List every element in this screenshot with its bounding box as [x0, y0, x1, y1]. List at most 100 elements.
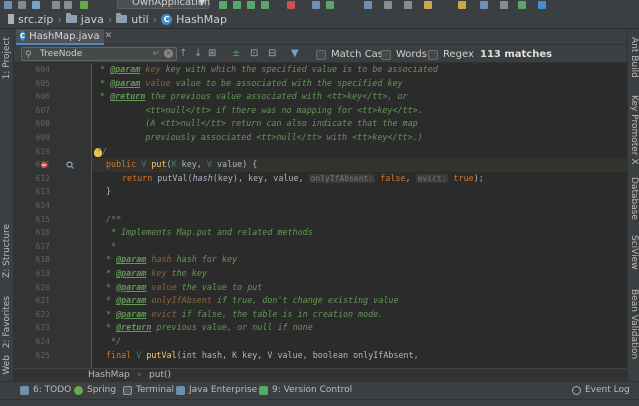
code-text: putVal( — [157, 172, 193, 183]
tab-label: HashMap.java — [29, 30, 100, 42]
javadoc-param-name: onlyIfAbsent — [151, 295, 212, 306]
project-tool-tab[interactable]: 1: Project — [0, 33, 14, 83]
find-in-files-icon[interactable]: ⊞ — [208, 48, 216, 60]
newline-icon[interactable]: ↵ — [152, 48, 160, 60]
breadcrumb-util[interactable]: util — [116, 13, 149, 26]
code-editor[interactable]: 604 605 606 607 608 609 610 611 612 613 … — [14, 63, 627, 368]
structure-tool-label: Z: Structure — [2, 224, 12, 278]
run-configuration-select[interactable]: OwnApplication ▼ — [117, 0, 210, 9]
line-number: 624 — [35, 337, 50, 346]
bottom-tool-window-bar: 6: TODO Spring Terminal Java Enterprise … — [0, 381, 639, 399]
line-number: 610 — [35, 146, 50, 156]
keyword: false — [375, 172, 406, 183]
settings-icon[interactable] — [384, 1, 392, 9]
code-line-610: */ — [92, 145, 108, 156]
vcs-commit-icon[interactable] — [326, 1, 334, 9]
filter-icon[interactable]: ▼ — [291, 48, 299, 60]
line-number: 606 — [35, 92, 50, 102]
open-icon[interactable] — [4, 1, 12, 9]
build-icon[interactable] — [80, 1, 88, 9]
close-icon[interactable]: ✕ — [105, 31, 113, 41]
favorites-tool-tab[interactable]: 2: Favorites — [0, 291, 14, 353]
code-line-625: final V putVal(int hash, K key, V value,… — [106, 349, 419, 363]
vcs-update-icon[interactable] — [312, 1, 320, 9]
line-number: 620 — [35, 282, 50, 292]
coverage-icon[interactable] — [247, 1, 255, 9]
line-number: 607 — [35, 105, 50, 115]
todo-tool-tab[interactable]: 6: TODO — [20, 385, 71, 395]
structure-icon[interactable] — [404, 1, 412, 9]
run-icon[interactable] — [219, 1, 227, 9]
words-checkbox[interactable]: Words — [381, 49, 427, 60]
database-tool-tab[interactable]: Database — [628, 177, 639, 225]
terminal-tool-tab[interactable]: Terminal — [123, 385, 174, 395]
previous-occurrence-icon[interactable]: ↑ — [179, 48, 187, 60]
spring-tool-tab[interactable]: Spring — [74, 385, 116, 395]
checkbox-box — [428, 49, 438, 60]
code-line-607: <tt>null</tt> if there was no mapping fo… — [100, 104, 423, 115]
add-occurrence-icon[interactable]: ± — [232, 48, 240, 60]
code-line-622: * @param evict if false, the table is in… — [106, 308, 384, 319]
debug-icon[interactable] — [233, 1, 241, 9]
find-usages-icon[interactable] — [66, 161, 74, 169]
javadoc-text: key with which the specified value is to… — [160, 64, 438, 74]
line-number: 614 — [35, 201, 50, 210]
line-number: 615 — [35, 214, 50, 224]
event-log-icon — [572, 385, 581, 395]
line-number: 613 — [35, 187, 50, 197]
stop-icon[interactable] — [287, 1, 295, 9]
web-tool-tab[interactable]: Web — [0, 351, 14, 379]
vcs-history-icon[interactable] — [364, 1, 372, 9]
javadoc-tag: @param — [116, 295, 147, 306]
bean-validation-tool-tab[interactable]: Bean Validation — [628, 289, 639, 379]
sdk-icon[interactable] — [424, 1, 432, 9]
breadcrumb-method[interactable]: put() — [149, 370, 171, 380]
help-icon[interactable] — [538, 1, 546, 9]
structure-tool-tab[interactable]: Z: Structure — [0, 219, 14, 283]
code-line-612: return putVal(hash(key), key, value, onl… — [122, 172, 484, 186]
version-control-tool-tab[interactable]: 9: Version Control — [259, 385, 352, 395]
ant-build-tool-tab[interactable]: Ant Build — [628, 37, 639, 85]
code-line-620: * @param value the value to put — [106, 281, 263, 292]
class-icon: C — [161, 13, 173, 25]
code-line-619: * @param key the key — [106, 268, 207, 278]
select-all-occurrences-icon[interactable]: ⊡ — [250, 48, 258, 60]
match-case-checkbox[interactable]: Match Case — [316, 49, 389, 60]
terminal-icon — [123, 385, 132, 395]
search-input[interactable]: ⚲ TreeNode ↵ × — [21, 47, 177, 61]
save-icon[interactable] — [18, 1, 26, 9]
next-occurrence-icon[interactable]: ↓ — [194, 48, 202, 60]
breadcrumb-hashmap[interactable]: C HashMap — [161, 13, 227, 26]
forward-icon[interactable] — [64, 1, 72, 9]
java-enterprise-tool-tab[interactable]: Java Enterprise — [176, 385, 257, 395]
javadoc-tag: @param — [116, 268, 147, 278]
breadcrumb-java[interactable]: java — [65, 13, 104, 26]
find-bar: ⚲ TreeNode ↵ × ↑ ↓ ⊞ ± ⊡ ⊟ ▼ Match Case … — [14, 45, 627, 63]
back-icon[interactable] — [52, 1, 60, 9]
terminal-icon[interactable] — [500, 1, 508, 9]
tab-hashmap-java[interactable]: C HashMap.java ✕ — [16, 29, 112, 45]
key-promoter-tool-tab[interactable]: Key Promoter X — [628, 95, 639, 165]
breadcrumb-src-zip[interactable]: src.zip — [6, 13, 53, 26]
profile-icon[interactable] — [261, 1, 269, 9]
exclude-occurrence-icon[interactable]: ⊟ — [268, 48, 276, 60]
code-line-616: * Implements Map.put and related methods — [106, 227, 313, 238]
clear-icon[interactable]: × — [164, 49, 173, 58]
type-param: V — [136, 349, 147, 360]
javadoc-text: the value to put — [176, 281, 263, 292]
code-line-624: */ — [106, 336, 122, 346]
method-name: putVal — [146, 349, 177, 360]
sciview-tool-tab[interactable]: SciView — [628, 235, 639, 279]
event-log-tool-tab[interactable]: Event Log — [572, 385, 630, 395]
sync-icon[interactable] — [32, 1, 40, 9]
chart-icon[interactable] — [518, 1, 526, 9]
folder-icon — [116, 13, 128, 23]
overriding-method-icon[interactable] — [40, 161, 48, 169]
plugin-icon[interactable] — [458, 1, 466, 9]
database-icon[interactable] — [480, 1, 488, 9]
breadcrumb-class[interactable]: HashMap — [88, 370, 130, 380]
method-call: hash — [192, 172, 213, 183]
regex-checkbox[interactable]: Regex — [428, 49, 474, 60]
javadoc-text: value to be associated with the specifie… — [170, 77, 403, 88]
code-line-611: public V put(K key, V value) { — [106, 158, 257, 172]
